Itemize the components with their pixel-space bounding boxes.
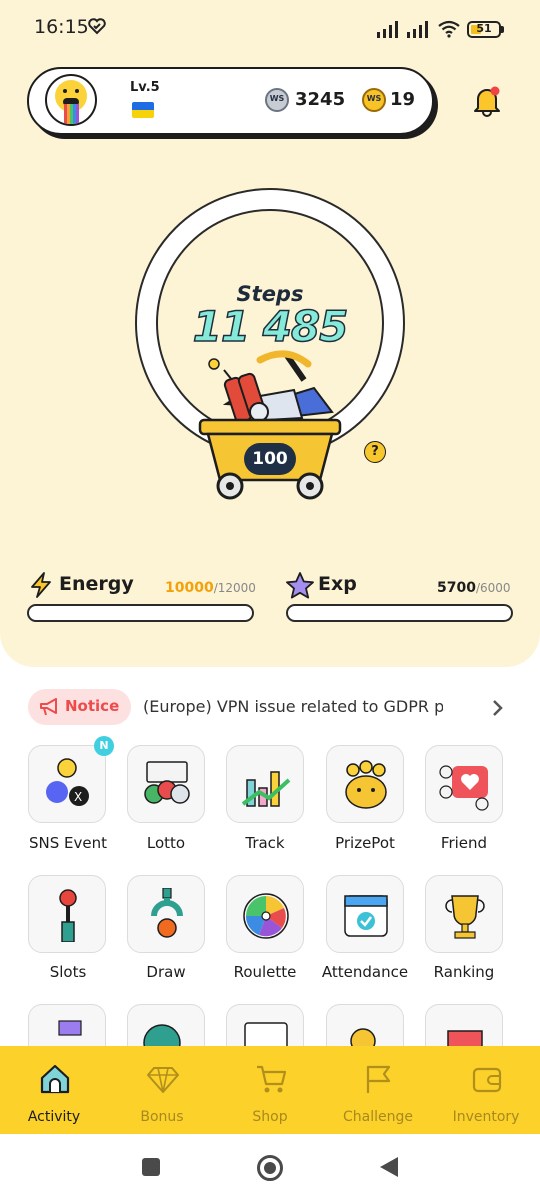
- silver-coin-count: 3245: [295, 89, 346, 110]
- megaphone-icon: [40, 698, 57, 716]
- tile-label-attendance: Attendance: [321, 963, 409, 981]
- wifi-icon: [438, 20, 460, 38]
- tile-label-draw: Draw: [146, 963, 186, 981]
- profile-card[interactable]: Lv.5 WS 3245 WS 19: [27, 67, 434, 135]
- nav-challenge[interactable]: Challenge: [324, 1046, 432, 1134]
- nav-shop[interactable]: Shop: [216, 1046, 324, 1134]
- help-button[interactable]: ?: [364, 441, 386, 463]
- silver-coin-icon: WS: [265, 88, 289, 112]
- cart-icon: [257, 1065, 287, 1093]
- ranking-tile[interactable]: [425, 875, 503, 953]
- status-time: 16:15: [34, 16, 89, 38]
- sns-event-tile[interactable]: X: [28, 745, 106, 823]
- slots-tile[interactable]: [28, 875, 106, 953]
- nav-label-activity: Activity: [27, 1109, 81, 1125]
- exp-current: 5700: [437, 580, 476, 596]
- ukraine-flag-icon: [132, 102, 154, 118]
- flag-icon: [366, 1065, 391, 1093]
- energy-current: 10000: [165, 580, 214, 596]
- new-badge: N: [94, 736, 114, 756]
- wallet-icon: [472, 1067, 502, 1093]
- steps-count: 11 485: [192, 301, 349, 352]
- bottom-nav: Activity Bonus Shop Challenge Inventory: [0, 1046, 540, 1134]
- roulette-tile[interactable]: [226, 875, 304, 953]
- track-chart-icon: [241, 771, 291, 807]
- exp-value: 5700/6000: [437, 580, 511, 596]
- lotto-tile[interactable]: [127, 745, 205, 823]
- notice-pill[interactable]: Notice: [28, 689, 131, 725]
- battery-level: 51: [476, 22, 492, 35]
- exp-max: /6000: [475, 581, 511, 595]
- claw-icon: [151, 888, 183, 938]
- tile-label-lotto: Lotto: [146, 834, 186, 852]
- chevron-right-icon[interactable]: [490, 698, 504, 718]
- nav-label-shop: Shop: [252, 1109, 288, 1125]
- avatar-face-icon: [55, 80, 87, 124]
- star-icon: [286, 572, 314, 599]
- draw-tile[interactable]: [127, 875, 205, 953]
- energy-max: /12000: [213, 581, 256, 595]
- exp-label: Exp: [318, 573, 357, 595]
- gold-coin-count: 19: [390, 89, 416, 110]
- tile-label-track: Track: [245, 834, 285, 852]
- gold-coin-icon: WS: [362, 88, 386, 112]
- lotto-icon: [144, 761, 190, 804]
- notification-bell-icon[interactable]: [470, 84, 504, 118]
- energy-bar: [27, 604, 254, 622]
- level-label: Lv.5: [130, 80, 160, 95]
- calendar-check-icon: [344, 895, 388, 937]
- attendance-tile[interactable]: [326, 875, 404, 953]
- nav-label-bonus: Bonus: [140, 1109, 184, 1125]
- notice-text[interactable]: (Europe) VPN issue related to GDPR pol..…: [143, 697, 443, 716]
- nav-label-challenge: Challenge: [343, 1109, 413, 1125]
- nav-activity[interactable]: Activity: [0, 1046, 108, 1134]
- trophy-icon: [445, 895, 485, 939]
- slot-lever-icon: [59, 889, 77, 942]
- cart-value-badge: 100: [244, 443, 296, 475]
- nav-inventory[interactable]: Inventory: [432, 1046, 540, 1134]
- notice-label: Notice: [65, 697, 120, 715]
- tile-label-prizepot: PrizePot: [335, 834, 395, 852]
- svg-text:X: X: [74, 790, 82, 804]
- track-tile[interactable]: [226, 745, 304, 823]
- recents-square-icon[interactable]: [141, 1157, 161, 1177]
- tile-label-sns-event: SNS Event: [28, 834, 107, 852]
- prize-pot-icon: [345, 760, 387, 809]
- gold-coin-mark: WS: [366, 94, 382, 103]
- tile-label-slots: Slots: [49, 963, 87, 981]
- tile-label-friend: Friend: [440, 834, 488, 852]
- prizepot-tile[interactable]: [326, 745, 404, 823]
- battery-icon: 51: [467, 21, 501, 38]
- lightning-icon: [31, 572, 51, 598]
- nav-label-inventory: Inventory: [452, 1109, 520, 1125]
- friend-tile[interactable]: [425, 745, 503, 823]
- heart-check-icon: [88, 18, 106, 35]
- energy-value: 10000/12000: [165, 580, 256, 596]
- mining-cart-icon[interactable]: [196, 350, 344, 504]
- energy-label: Energy: [59, 573, 134, 595]
- home-icon: [40, 1064, 70, 1094]
- battery-tip: [501, 26, 504, 33]
- status-bar: 16:15 51: [0, 0, 540, 60]
- diamond-icon: [147, 1067, 179, 1093]
- avatar[interactable]: [45, 74, 97, 126]
- nav-bonus[interactable]: Bonus: [108, 1046, 216, 1134]
- exp-bar: [286, 604, 513, 622]
- home-circle-icon[interactable]: [256, 1154, 284, 1182]
- signal-icon-2: [407, 21, 428, 38]
- sns-icon: X: [46, 758, 89, 806]
- friend-heart-icon: [439, 765, 489, 811]
- system-nav-bar: [0, 1134, 540, 1200]
- roulette-wheel-icon: [243, 893, 289, 939]
- tile-label-ranking: Ranking: [433, 963, 495, 981]
- back-triangle-icon[interactable]: [378, 1155, 400, 1179]
- signal-icon: [377, 21, 398, 38]
- silver-coin-mark: WS: [269, 94, 285, 103]
- tile-label-roulette: Roulette: [233, 963, 297, 981]
